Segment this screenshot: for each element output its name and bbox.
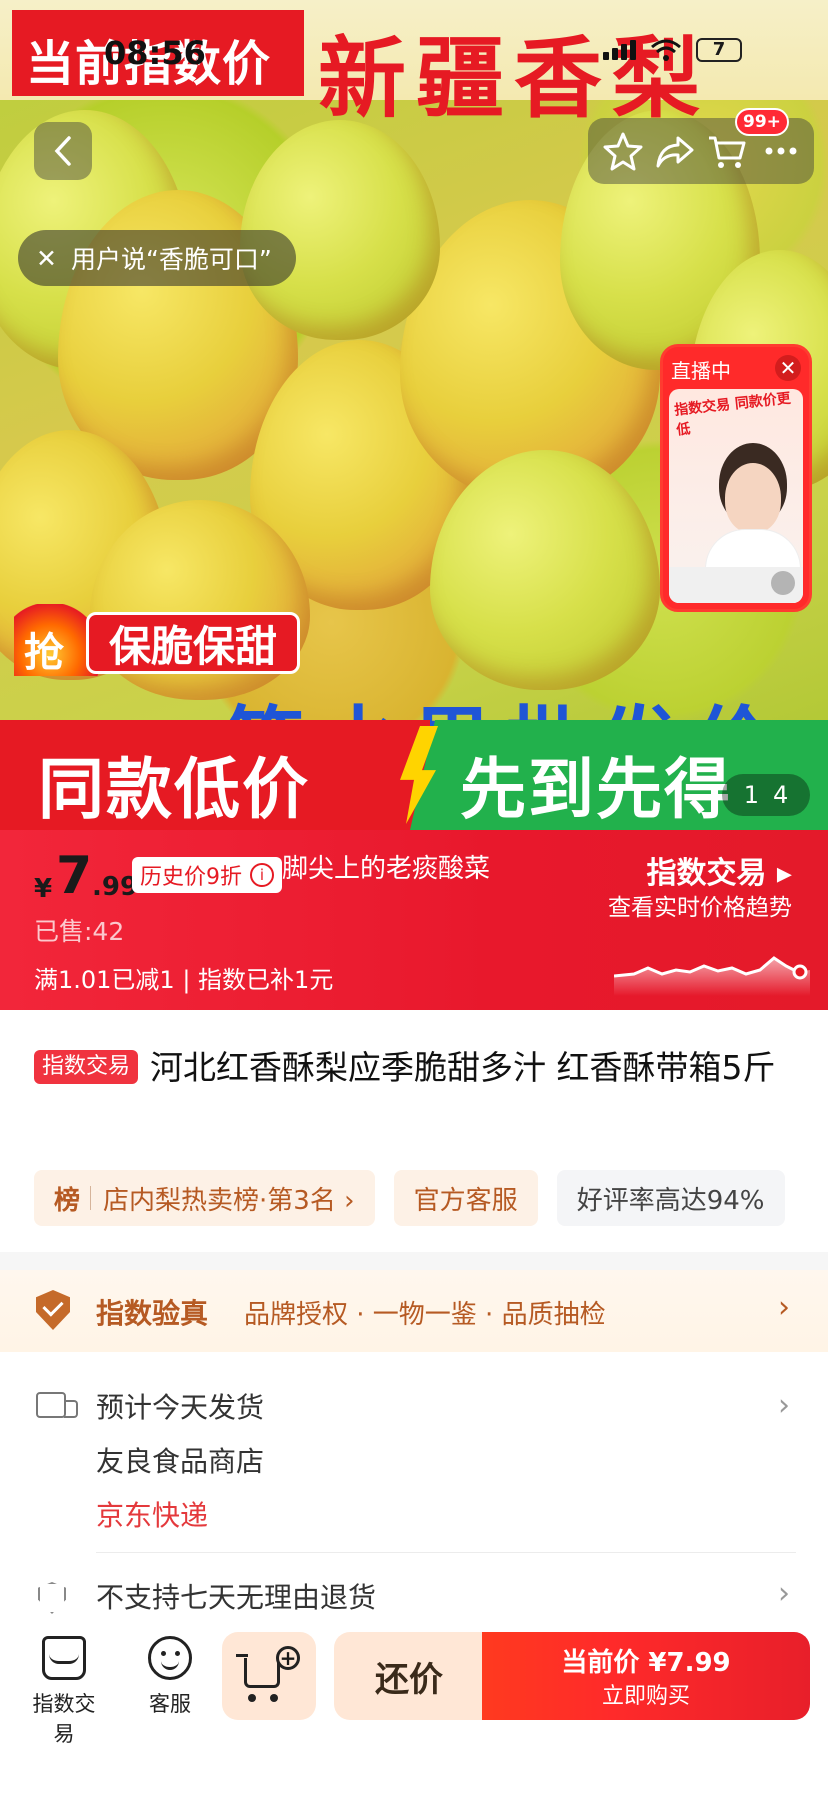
buy-price-text: 当前价 ¥7.99 <box>561 1648 731 1678</box>
cart-handle <box>236 1654 248 1657</box>
share-icon[interactable] <box>654 130 696 172</box>
rank-chip[interactable]: 榜 店内梨热卖榜·第3名 › <box>34 1170 375 1226</box>
customer-service-icon <box>148 1636 192 1680</box>
signal-icon <box>603 40 636 60</box>
promo-strip: 同款低价 先到先得 <box>0 720 828 830</box>
rank-text: 店内梨热卖榜·第3名 › <box>103 1185 355 1216</box>
live-close-icon[interactable]: ✕ <box>775 355 801 381</box>
product-title: 指数交易 河北红香酥梨应季脆甜多汁 红香酥带箱5斤 <box>34 1040 814 1096</box>
overlay-text: 脚尖上的老痰酸菜 <box>282 854 491 884</box>
section-divider <box>0 1252 828 1270</box>
close-icon[interactable]: ✕ <box>36 244 57 273</box>
page-total: 4 <box>773 781 789 809</box>
store-label: 指数交易 <box>32 1692 96 1746</box>
wifi-icon <box>651 39 681 61</box>
return-policy-text: 不支持七天无理由退货 <box>96 1581 377 1614</box>
buy-now-button[interactable]: 当前价 ¥7.99 立即购买 <box>482 1632 810 1720</box>
history-price-tag[interactable]: 历史价9折 i <box>132 857 282 893</box>
official-service-chip[interactable]: 官方客服 <box>393 1170 538 1226</box>
rank-icon: 榜 <box>54 1185 81 1216</box>
index-trade-link[interactable]: 指数交易 ▸ <box>646 848 792 892</box>
cart-icon[interactable] <box>706 130 748 172</box>
promo-left: 同款低价 <box>0 720 430 830</box>
chevron-right-icon: › <box>778 1388 790 1423</box>
battery-icon: 7 <box>696 38 742 62</box>
live-tag: 直播中 <box>671 359 731 383</box>
star-icon[interactable] <box>602 130 644 172</box>
host-avatar <box>725 463 781 533</box>
user-says-tag[interactable]: ✕ 用户说“香脆可口” <box>18 230 296 286</box>
customer-service-button[interactable]: 客服 <box>130 1636 210 1718</box>
promo-left-text: 同款低价 <box>38 751 310 828</box>
ship-estimate: 预计今天发货 <box>96 1391 265 1424</box>
plus-icon: + <box>276 1646 300 1670</box>
product-title-text: 河北红香酥梨应季脆甜多汁 红香酥带箱5斤 <box>150 1048 776 1087</box>
return-policy-row[interactable]: 不支持七天无理由退货 › <box>0 1570 828 1618</box>
qiang-text: 抢 <box>24 630 64 676</box>
live-stream-card[interactable]: 直播中 ✕ 指数交易 同款价更低 <box>660 344 812 612</box>
shield-icon <box>38 1582 66 1614</box>
sold-count: 已售:42 <box>34 917 125 946</box>
verify-desc: 品牌授权 · 一物一鉴 · 品质抽检 <box>244 1300 606 1330</box>
store-button[interactable]: 指数交易 <box>24 1636 104 1748</box>
back-button[interactable] <box>34 122 92 180</box>
store-name: 友良食品商店 <box>96 1445 265 1478</box>
store-icon <box>42 1636 86 1680</box>
divider <box>96 1552 796 1553</box>
chevron-right-icon: › <box>778 1576 790 1611</box>
back-arrow-icon <box>54 136 71 166</box>
cart-badge: 99+ <box>735 108 789 136</box>
crisp-sweet-pill: 保脆保甜 <box>86 612 301 674</box>
price-trend-sparkline[interactable] <box>614 940 810 996</box>
promo-right-text: 先到先得 <box>460 751 732 828</box>
history-price-text: 历史价9折 <box>140 865 242 890</box>
info-icon[interactable]: i <box>250 863 274 887</box>
bottom-action-bar: 指数交易 客服 + 还价 当前价 ¥7.99 立即购买 <box>0 1618 828 1795</box>
chevron-right-icon: › <box>778 1290 790 1325</box>
live-preview: 指数交易 同款价更低 <box>669 389 803 603</box>
shipping-row[interactable]: 预计今天发货 友良食品商店 京东快递 › <box>0 1370 828 1542</box>
add-cart-icon <box>244 1658 280 1688</box>
product-image-carousel[interactable]: 当前指数价 新疆香梨 08:56 7 99+ ✕ 用户说“香脆可口” 直播中 ✕… <box>0 0 828 830</box>
status-icons: 7 <box>603 38 742 62</box>
customer-service-label: 客服 <box>149 1692 191 1716</box>
verify-row[interactable]: 指数验真 品牌授权 · 一物一鉴 · 品质抽检 › <box>0 1270 828 1352</box>
status-time: 08:56 <box>104 34 206 72</box>
page-current: 1 <box>743 781 759 809</box>
cart-wheel <box>248 1694 256 1702</box>
discount-text: 满1.01已减1 | 指数已补1元 <box>34 966 334 994</box>
add-to-cart-button[interactable]: + <box>222 1632 316 1720</box>
mute-icon[interactable] <box>771 571 795 595</box>
cart-wheel <box>270 1694 278 1702</box>
rating-chip[interactable]: 好评率高达94% <box>556 1170 785 1226</box>
truck-icon <box>36 1392 78 1418</box>
chip-divider <box>90 1186 92 1210</box>
live-sub-text: 指数交易 同款价更低 <box>673 390 792 439</box>
index-trade-tag: 指数交易 <box>34 1050 139 1084</box>
more-icon[interactable] <box>760 130 802 172</box>
page-indicator: 1 4 <box>722 774 810 816</box>
price-integer: 7 <box>56 846 93 906</box>
hero-title: 新疆香梨 <box>318 26 711 130</box>
courier-name: 京东快递 <box>96 1499 209 1532</box>
verify-title: 指数验真 <box>96 1297 209 1330</box>
buy-now-text: 立即购买 <box>601 1684 690 1709</box>
product-chips: 榜 店内梨热卖榜·第3名 › 官方客服 好评率高达94% <box>34 1170 828 1226</box>
price-currency: ¥ <box>34 874 53 904</box>
index-trend-link[interactable]: 查看实时价格趋势 <box>608 888 792 922</box>
user-says-text: 用户说“香脆可口” <box>70 245 272 274</box>
bargain-button[interactable]: 还价 <box>334 1632 484 1720</box>
